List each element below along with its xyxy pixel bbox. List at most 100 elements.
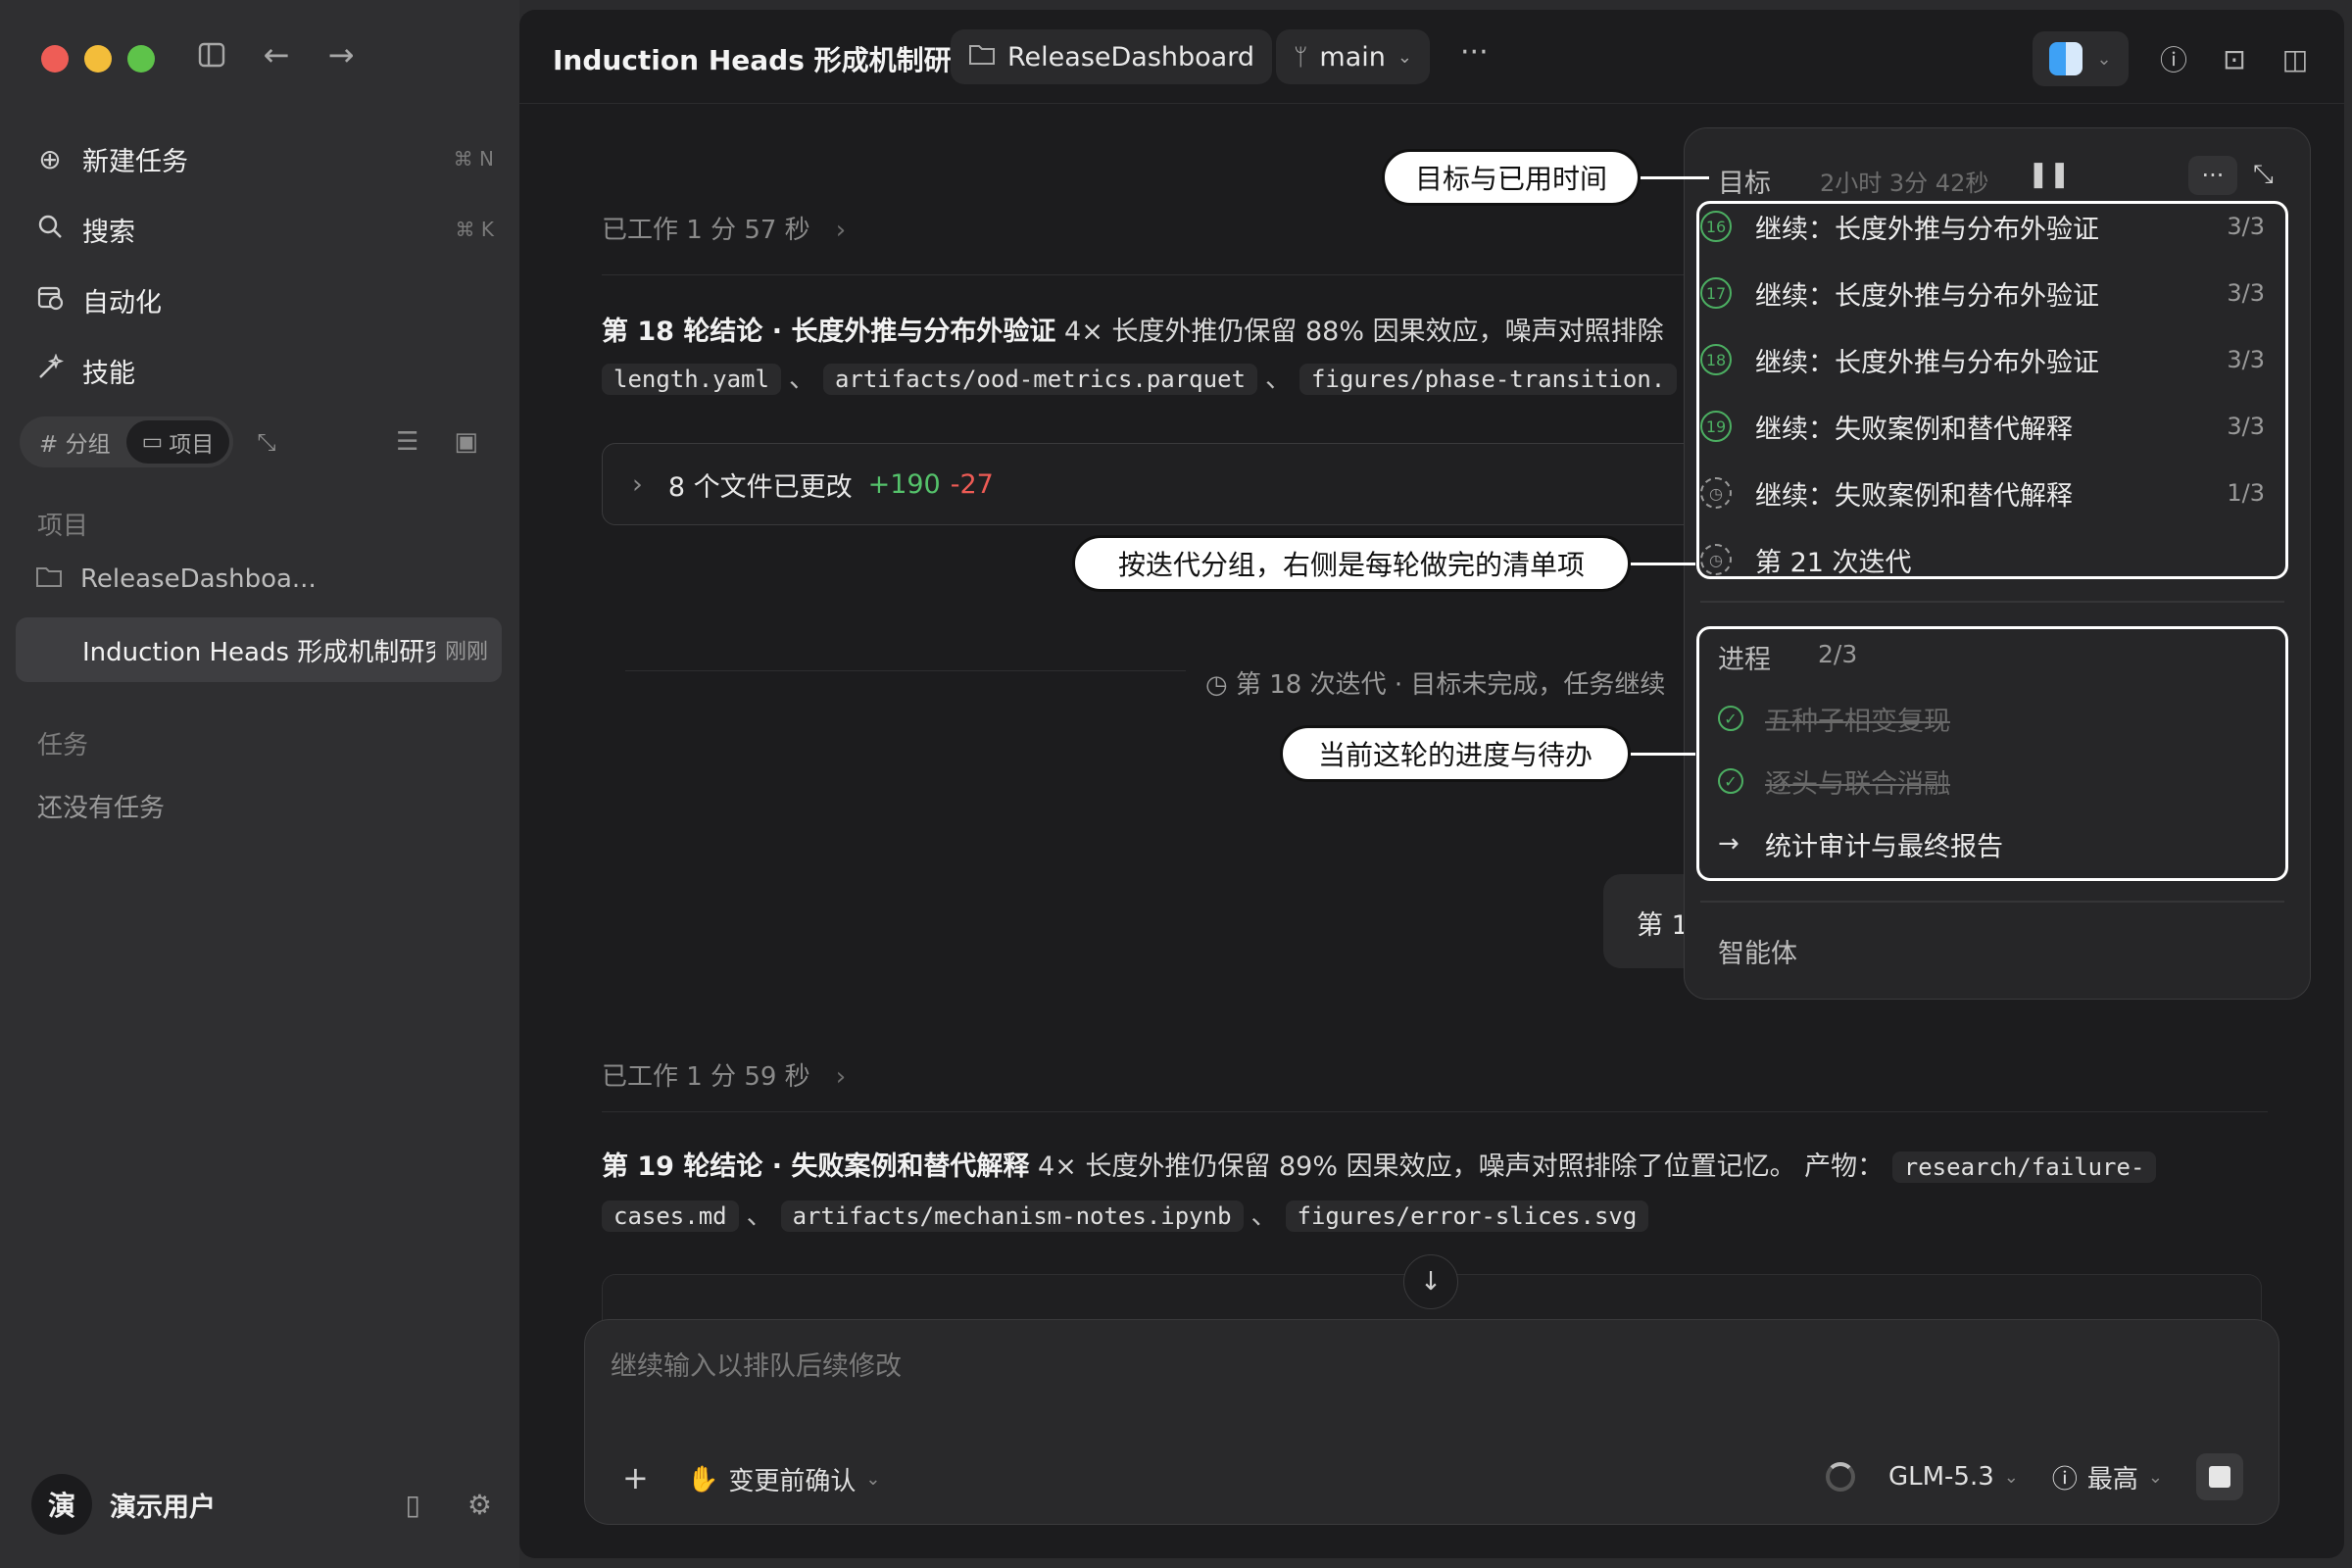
iteration-item[interactable]: 18 继续：长度外推与分布外验证 3/3	[1700, 326, 2284, 393]
iteration-item[interactable]: 16 继续：长度外推与分布外验证 3/3	[1700, 193, 2284, 260]
changed-files-summary[interactable]: › 8 个文件已更改 +190 -27	[602, 443, 1778, 525]
progress-item[interactable]: ✓ 五种子相变复现	[1718, 689, 1950, 748]
iteration-item[interactable]: ◷ 第 21 次迭代	[1700, 526, 2284, 593]
file-chip[interactable]: length.yaml	[602, 364, 781, 395]
composer-right-tools: GLM-5.3 ⌄ ⓘ 最高 ⌄	[1825, 1453, 2243, 1500]
folder-chip[interactable]: ReleaseDashboard	[951, 29, 1272, 84]
check-circle-icon: ✓	[1718, 768, 1743, 794]
sidebar-toolbar: ← →	[196, 36, 357, 74]
loading-spinner-icon	[1825, 1462, 1855, 1492]
progress-item-label: 逐头与联合消融	[1765, 768, 1950, 800]
file-chip[interactable]: cases.md	[602, 1200, 739, 1232]
chevron-down-icon: ⌄	[2096, 48, 2112, 70]
empty-tasks-text: 还没有任务	[37, 794, 166, 823]
worked-time-row[interactable]: 已工作 1 分 59 秒 ›	[602, 1056, 846, 1093]
file-chip[interactable]: artifacts/ood-metrics.parquet	[822, 364, 1257, 395]
nav-new-task[interactable]: ⊕ 新建任务 ⌘ N	[33, 123, 494, 194]
file-chip[interactable]: figures/error-slices.svg	[1285, 1200, 1649, 1232]
message-input[interactable]	[611, 1344, 2179, 1389]
nav-search[interactable]: 搜索 ⌘ K	[33, 194, 494, 265]
chevron-down-icon: ⌄	[2003, 1466, 2019, 1488]
view-segment: # 分组 ▭ 项目	[20, 416, 234, 467]
panel-toggle-icon[interactable]: ◫	[2279, 43, 2311, 75]
add-attachment-icon[interactable]: +	[622, 1459, 649, 1496]
avatar[interactable]: 演	[31, 1474, 92, 1535]
filter-icon[interactable]: ☰	[396, 427, 418, 457]
iteration-label: 继续：长度外推与分布外验证	[1755, 214, 2099, 245]
iteration-number: 17	[1700, 277, 1732, 309]
window-controls	[41, 45, 155, 73]
stop-button[interactable]	[2196, 1453, 2243, 1500]
phone-icon[interactable]: ▯	[405, 1489, 419, 1521]
round18-text: 4× 长度外推仍保留 88% 因果效应，噪声对照排除	[1055, 317, 1664, 347]
iteration-item[interactable]: 17 继续：长度外推与分布外验证 3/3	[1700, 260, 2284, 326]
folder-icon	[35, 564, 63, 594]
callout-line	[1641, 176, 1709, 179]
confirm-mode-select[interactable]: ✋ 变更前确认 ⌄	[687, 1461, 880, 1497]
gear-icon[interactable]: ⚙	[467, 1489, 492, 1521]
segment-project[interactable]: ▭ 项目	[125, 420, 230, 464]
project-name: ReleaseDashboa...	[80, 564, 317, 594]
project-active-item[interactable]: Induction Heads 形成机制研究 刚刚	[16, 617, 502, 682]
iteration-item[interactable]: ◷ 继续：失败案例和替代解释 1/3	[1700, 460, 2284, 526]
iteration-count: 1/3	[2227, 479, 2265, 507]
chevron-right-icon: ›	[632, 468, 643, 500]
user-name[interactable]: 演示用户	[110, 1486, 216, 1524]
callout-goal-time: 目标与已用时间	[1382, 149, 1641, 206]
plus-circle-icon: ⊕	[38, 142, 62, 175]
more-icon[interactable]: ···	[1460, 35, 1489, 70]
nav-skills[interactable]: 技能	[33, 335, 494, 406]
segment-group[interactable]: # 分组	[24, 420, 126, 464]
round19-text: 4× 长度外推仍保留 89% 因果效应，噪声对照排除了位置记忆。 产物：	[1029, 1152, 1885, 1182]
open-in-app-button[interactable]: ⌄	[2033, 31, 2129, 86]
section-tasks-title: 任务	[37, 731, 89, 760]
reasoning-level-select[interactable]: ⓘ 最高 ⌄	[2052, 1459, 2163, 1495]
forward-arrow-icon[interactable]: →	[325, 36, 357, 74]
project-item[interactable]: ReleaseDashboa...	[35, 564, 317, 594]
round19-title: 第 19 轮结论 · 失败案例和替代解释	[602, 1152, 1030, 1182]
worked-time-row[interactable]: 已工作 1 分 57 秒 ›	[602, 210, 846, 246]
close-window-button[interactable]	[41, 45, 69, 73]
iteration-count: 3/3	[2227, 279, 2265, 307]
sidebar-toggle-icon[interactable]	[196, 39, 227, 71]
model-label: GLM-5.3	[1887, 1462, 1994, 1492]
iteration-count: 3/3	[2227, 413, 2265, 440]
branch-chip[interactable]: ᛘ main ⌄	[1276, 29, 1430, 84]
progress-item-label: 统计审计与最终报告	[1765, 831, 2003, 862]
file-chip[interactable]: artifacts/mechanism-notes.ipynb	[780, 1200, 1244, 1232]
collapse-icon[interactable]: ⤡	[257, 428, 275, 456]
project-time: 刚刚	[444, 640, 488, 664]
terminal-icon[interactable]: ⊡	[2219, 43, 2250, 75]
goal-panel: 目标 2小时 3分 42秒 ❚❚ ··· ⤡ 16 继续：长度外推与分布外验证 …	[1684, 127, 2311, 1000]
nav-label: 技能	[82, 358, 135, 389]
file-chip[interactable]: figures/phase-transition.	[1298, 364, 1678, 395]
minimize-window-button[interactable]	[84, 45, 112, 73]
progress-item[interactable]: ✓ 逐头与联合消融	[1718, 752, 1950, 810]
nav-label: 搜索	[82, 217, 135, 248]
chevron-down-icon: ⌄	[2147, 1466, 2163, 1488]
agent-label[interactable]: 智能体	[1718, 932, 1797, 970]
more-icon[interactable]: ···	[2188, 156, 2237, 195]
scroll-down-icon[interactable]: ↓	[1403, 1254, 1458, 1309]
nav-automation[interactable]: 自动化	[33, 265, 494, 335]
back-arrow-icon[interactable]: ←	[261, 36, 292, 74]
pause-icon[interactable]: ❚❚	[2028, 160, 2071, 189]
sidebar-nav: ⊕ 新建任务 ⌘ N 搜索 ⌘ K 自动化 技能	[33, 123, 494, 406]
model-select[interactable]: GLM-5.3 ⌄	[1888, 1462, 2019, 1492]
progress-count: 2/3	[1818, 640, 1858, 668]
archive-icon[interactable]: ▣	[454, 427, 478, 457]
zoom-window-button[interactable]	[127, 45, 155, 73]
user-row: 演 演示用户 ▯ ⚙	[31, 1470, 492, 1539]
collapse-icon[interactable]: ⤡	[2253, 160, 2274, 190]
search-icon	[33, 214, 67, 246]
progress-item[interactable]: → 统计审计与最终报告	[1718, 814, 2003, 873]
branch-chip-label: main	[1319, 41, 1386, 73]
iteration-item[interactable]: 19 继续：失败案例和替代解释 3/3	[1700, 393, 2284, 460]
check-circle-icon: ✓	[1718, 706, 1743, 731]
in-progress-icon: ◷	[1700, 477, 1732, 509]
file-chip[interactable]: research/failure-	[1891, 1152, 2157, 1183]
help-icon[interactable]: ⓘ	[2158, 39, 2189, 78]
finder-icon	[2049, 42, 2083, 75]
progress-item-label: 五种子相变复现	[1765, 706, 1950, 737]
chevron-right-icon: ›	[835, 216, 847, 245]
